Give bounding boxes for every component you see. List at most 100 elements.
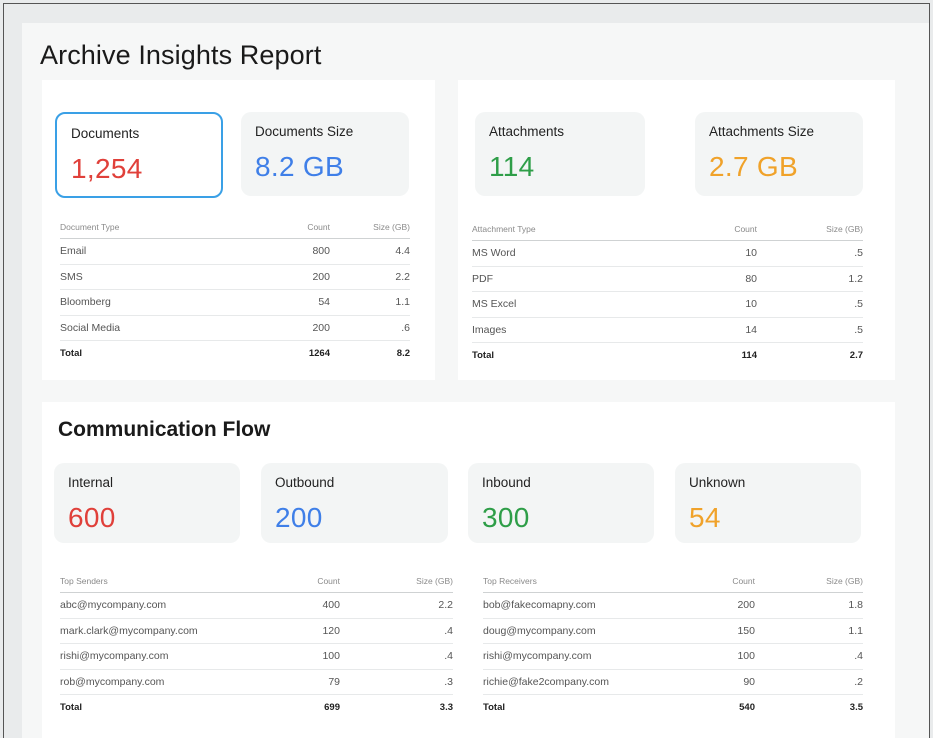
cell-type: MS Word — [472, 240, 702, 267]
attachments-card-value: 114 — [489, 151, 535, 182]
table-row: Email 800 4.4 — [60, 238, 410, 265]
cell-size: .6 — [330, 315, 410, 341]
table-row: MS Excel 10.5 — [472, 291, 863, 318]
cell-count: 120 — [280, 618, 340, 644]
documents-size-card-label: Documents Size — [255, 124, 354, 139]
cell-count: 100 — [695, 643, 755, 670]
cell-size: .4 — [755, 643, 863, 670]
table-total-row: Total 114 2.7 — [472, 343, 863, 368]
inbound-card-value: 300 — [482, 502, 530, 533]
cell-email: doug@mycompany.com — [483, 618, 695, 644]
attachments-table: Attachment Type Count Size (GB) MS Word 1… — [472, 224, 863, 368]
cell-size: 1.2 — [757, 266, 863, 292]
top-receivers-table: Top Receivers Count Size (GB) bob@fakeco… — [483, 576, 863, 720]
table-row: doug@mycompany.com 150 1.1 — [483, 618, 863, 644]
cell-size: 4.4 — [330, 238, 410, 265]
cell-total-label: Total — [483, 701, 505, 713]
column-header: Document Type — [60, 222, 265, 239]
column-header: Top Senders — [60, 576, 280, 593]
column-header: Size (GB) — [757, 224, 863, 241]
table-total-row: Total 699 3.3 — [60, 695, 453, 720]
column-header: Count — [280, 576, 340, 593]
column-header: Count — [702, 224, 757, 241]
cell-count: 10 — [702, 240, 757, 267]
table-row: rishi@mycompany.com 100.4 — [60, 643, 453, 670]
attachments-card-label: Attachments — [489, 124, 565, 139]
internal-card-value: 600 — [68, 502, 116, 533]
documents-card-value: 1,254 — [71, 153, 143, 184]
outbound-card[interactable]: Outbound 200 — [261, 463, 448, 543]
cell-count: 200 — [265, 264, 330, 290]
cell-total-size: 3.3 — [439, 701, 453, 713]
documents-card[interactable]: Documents 1,254 — [55, 112, 223, 198]
outbound-card-label: Outbound — [275, 475, 335, 490]
table-row: Social Media 200.6 — [60, 315, 410, 341]
attachments-size-card-value: 2.7 GB — [709, 151, 798, 182]
cell-total-count: 540 — [739, 701, 755, 713]
table-row: Images 14.5 — [472, 317, 863, 343]
documents-size-card[interactable]: Documents Size 8.2 GB — [241, 112, 409, 196]
cell-total-count: 699 — [324, 701, 340, 713]
inbound-card[interactable]: Inbound 300 — [468, 463, 654, 543]
unknown-card-label: Unknown — [689, 475, 746, 490]
cell-total-count: 114 — [741, 349, 757, 361]
cell-count: 400 — [280, 592, 340, 619]
table-total-row: Total 540 3.5 — [483, 695, 863, 720]
table-row: mark.clark@mycompany.com 120.4 — [60, 618, 453, 644]
cell-size: .4 — [340, 643, 453, 670]
table-row: MS Word 10.5 — [472, 240, 863, 267]
cell-count: 800 — [265, 238, 330, 265]
cell-type: Images — [472, 317, 702, 343]
cell-email: mark.clark@mycompany.com — [60, 618, 280, 644]
cell-count: 80 — [702, 266, 757, 292]
cell-size: 2.2 — [340, 592, 453, 619]
table-header-row: Attachment Type Count Size (GB) — [472, 224, 863, 241]
attachments-card[interactable]: Attachments 114 — [475, 112, 645, 196]
cell-count: 90 — [695, 669, 755, 695]
cell-total-size: 3.5 — [849, 701, 863, 713]
page-title: Archive Insights Report — [40, 40, 322, 70]
column-header: Count — [265, 222, 330, 239]
table-row: bob@fakecomapny.com 200 1.8 — [483, 592, 863, 619]
cell-count: 150 — [695, 618, 755, 644]
outbound-card-value: 200 — [275, 502, 323, 533]
cell-size: .5 — [757, 317, 863, 343]
cell-count: 54 — [265, 289, 330, 316]
cell-type: Email — [60, 238, 265, 265]
unknown-card[interactable]: Unknown 54 — [675, 463, 861, 543]
attachments-size-card-label: Attachments Size — [709, 124, 815, 139]
cell-size: .2 — [755, 669, 863, 695]
inbound-card-label: Inbound — [482, 475, 531, 490]
cell-total-label: Total — [60, 701, 82, 713]
cell-total-count: 1264 — [308, 347, 330, 359]
cell-size: .5 — [757, 291, 863, 318]
attachments-size-card[interactable]: Attachments Size 2.7 GB — [695, 112, 863, 196]
cell-email: rishi@mycompany.com — [483, 643, 695, 670]
column-header: Attachment Type — [472, 224, 702, 241]
cell-count: 100 — [280, 643, 340, 670]
table-row: richie@fake2company.com 90.2 — [483, 669, 863, 695]
cell-count: 200 — [265, 315, 330, 341]
table-row: rishi@mycompany.com 100.4 — [483, 643, 863, 670]
cell-email: richie@fake2company.com — [483, 669, 695, 695]
cell-type: Social Media — [60, 315, 265, 341]
cell-size: 1.1 — [330, 289, 410, 316]
cell-size: .4 — [340, 618, 453, 644]
cell-total-size: 8.2 — [396, 347, 410, 359]
cell-size: 1.1 — [755, 618, 863, 644]
cell-count: 14 — [702, 317, 757, 343]
internal-card[interactable]: Internal 600 — [54, 463, 240, 543]
table-header-row: Top Senders Count Size (GB) — [60, 576, 453, 593]
cell-type: PDF — [472, 266, 702, 292]
column-header: Count — [695, 576, 755, 593]
table-header-row: Document Type Count Size (GB) — [60, 222, 410, 239]
cell-email: abc@mycompany.com — [60, 592, 280, 619]
internal-card-label: Internal — [68, 475, 114, 490]
table-row: SMS 200 2.2 — [60, 264, 410, 290]
cell-size: 1.8 — [755, 592, 863, 619]
column-header: Size (GB) — [755, 576, 863, 593]
table-row: Bloomberg 54 1.1 — [60, 289, 410, 316]
column-header: Top Receivers — [483, 576, 695, 593]
cell-email: rob@mycompany.com — [60, 669, 280, 695]
unknown-card-value: 54 — [689, 502, 721, 533]
